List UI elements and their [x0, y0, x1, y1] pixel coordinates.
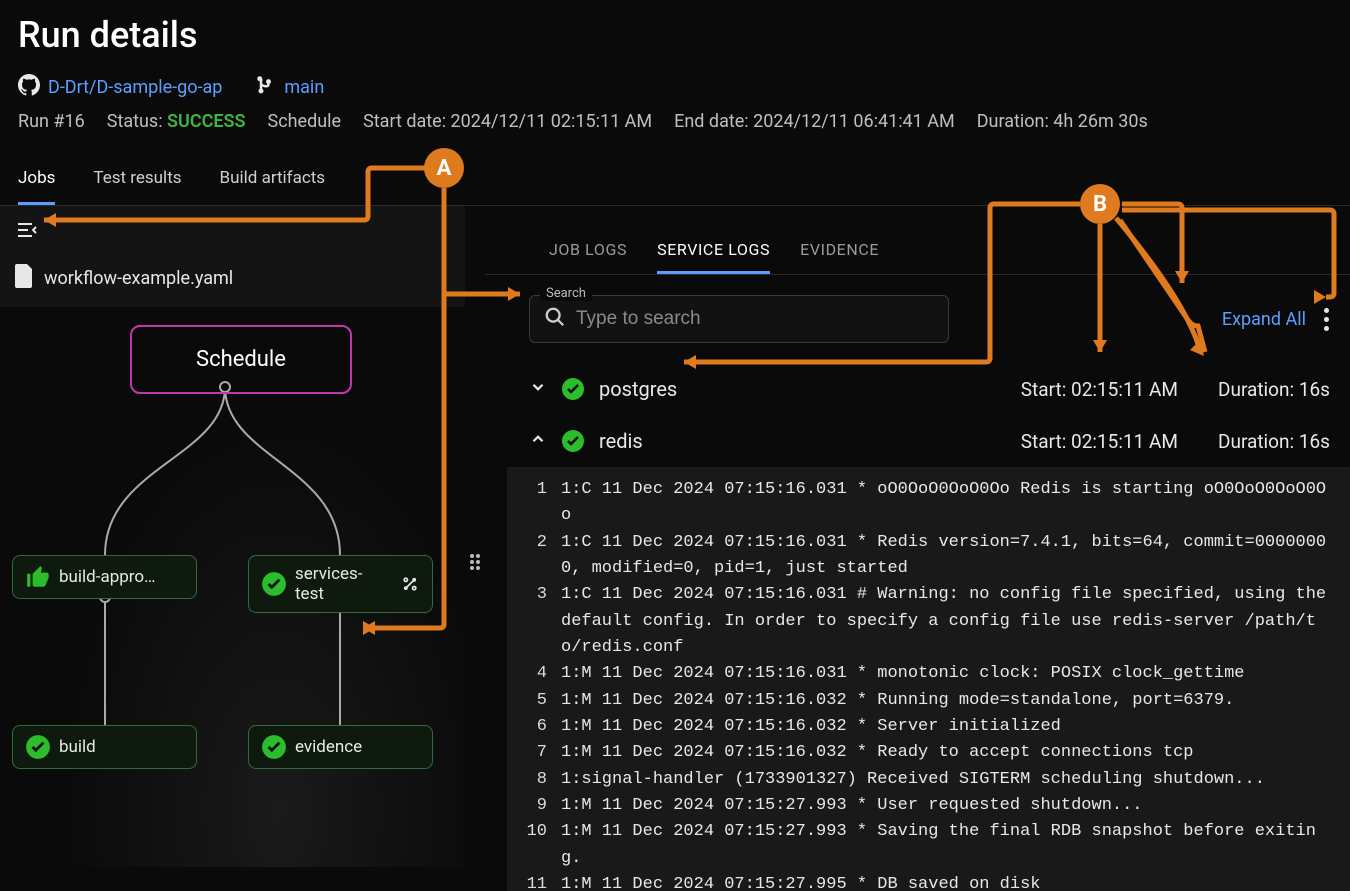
log-line: 31:C 11 Dec 2024 07:15:16.031 # Warning:…: [523, 582, 1334, 661]
github-icon: [18, 74, 40, 101]
tab-jobs[interactable]: Jobs: [18, 152, 55, 205]
service-name: postgres: [599, 377, 677, 401]
log-line: 81:signal-handler (1733901327) Received …: [523, 767, 1334, 793]
node-services-test[interactable]: services-test: [248, 555, 433, 613]
log-line: 71:M 11 Dec 2024 07:15:16.032 * Ready to…: [523, 740, 1334, 766]
node-build-approve[interactable]: build-appro…: [12, 555, 197, 599]
log-line: 41:M 11 Dec 2024 07:15:16.031 * monotoni…: [523, 661, 1334, 687]
node-label: build: [59, 737, 96, 757]
schedule-label: Schedule: [268, 111, 342, 132]
tab-build-artifacts[interactable]: Build artifacts: [220, 152, 326, 205]
log-line: 21:C 11 Dec 2024 07:15:16.031 * Redis ve…: [523, 530, 1334, 583]
log-line: 101:M 11 Dec 2024 07:15:27.993 * Saving …: [523, 819, 1334, 872]
tab-job-logs[interactable]: JOB LOGS: [549, 230, 627, 274]
log-line: 51:M 11 Dec 2024 07:15:16.032 * Running …: [523, 688, 1334, 714]
service-row-redis[interactable]: redis Start: 02:15:11 AM Duration: 16s: [485, 415, 1350, 467]
file-icon: [14, 264, 34, 293]
service-logs: 11:C 11 Dec 2024 07:15:16.031 * oO0OoO0O…: [507, 467, 1350, 891]
node-label: services-test: [295, 564, 386, 604]
more-menu-icon[interactable]: [1324, 308, 1330, 331]
end-date: End date: 2024/12/11 06:41:41 AM: [674, 111, 955, 132]
log-tabs: JOB LOGS SERVICE LOGS EVIDENCE: [485, 230, 1350, 275]
thumbs-up-icon: [25, 564, 51, 590]
command-icon: [400, 574, 420, 594]
check-circle-icon: [25, 734, 51, 760]
service-start: Start: 02:15:11 AM: [1021, 378, 1178, 401]
tab-test-results[interactable]: Test results: [93, 152, 181, 205]
service-duration: Duration: 16s: [1218, 430, 1330, 453]
splitter-handle[interactable]: [465, 206, 485, 891]
workflow-file[interactable]: workflow-example.yaml: [44, 268, 233, 289]
log-line: 111:M 11 Dec 2024 07:15:27.995 * DB save…: [523, 872, 1334, 891]
check-circle-icon: [261, 734, 287, 760]
log-line: 91:M 11 Dec 2024 07:15:27.993 * User req…: [523, 793, 1334, 819]
branch-icon: [256, 75, 276, 100]
search-label: Search: [540, 286, 592, 301]
node-label: evidence: [295, 737, 362, 757]
search-input[interactable]: [576, 308, 934, 330]
service-start: Start: 02:15:11 AM: [1021, 430, 1178, 453]
tab-service-logs[interactable]: SERVICE LOGS: [657, 230, 770, 274]
service-row-postgres[interactable]: postgres Start: 02:15:11 AM Duration: 16…: [485, 363, 1350, 415]
log-line: 61:M 11 Dec 2024 07:15:16.032 * Server i…: [523, 714, 1334, 740]
page-title: Run details: [18, 14, 1332, 56]
status: Status: SUCCESS: [107, 111, 246, 132]
service-name: redis: [599, 429, 643, 453]
log-line: 11:C 11 Dec 2024 07:15:16.031 * oO0OoO0O…: [523, 477, 1334, 530]
chevron-up-icon: [529, 429, 551, 453]
search-icon: [544, 306, 566, 332]
tab-evidence[interactable]: EVIDENCE: [800, 230, 879, 274]
branch-link[interactable]: main: [284, 77, 324, 98]
chevron-down-icon: [529, 377, 551, 401]
expand-all-button[interactable]: Expand All: [1222, 309, 1306, 330]
check-circle-icon: [261, 571, 287, 597]
node-label: build-appro…: [59, 567, 155, 587]
check-circle-icon: [561, 429, 585, 453]
node-evidence[interactable]: evidence: [248, 725, 433, 769]
node-build[interactable]: build: [12, 725, 197, 769]
start-date: Start date: 2024/12/11 02:15:11 AM: [363, 111, 652, 132]
duration: Duration: 4h 26m 30s: [977, 111, 1148, 132]
repo-link[interactable]: D-Drt/D-sample-go-ap: [48, 77, 222, 98]
main-tabs: Jobs Test results Build artifacts: [0, 152, 1350, 206]
run-id: Run #16: [18, 111, 85, 132]
search-box[interactable]: Search: [529, 295, 949, 343]
service-duration: Duration: 16s: [1218, 378, 1330, 401]
collapse-sidebar-icon[interactable]: [14, 218, 38, 242]
node-schedule[interactable]: Schedule: [130, 325, 352, 394]
check-circle-icon: [561, 377, 585, 401]
